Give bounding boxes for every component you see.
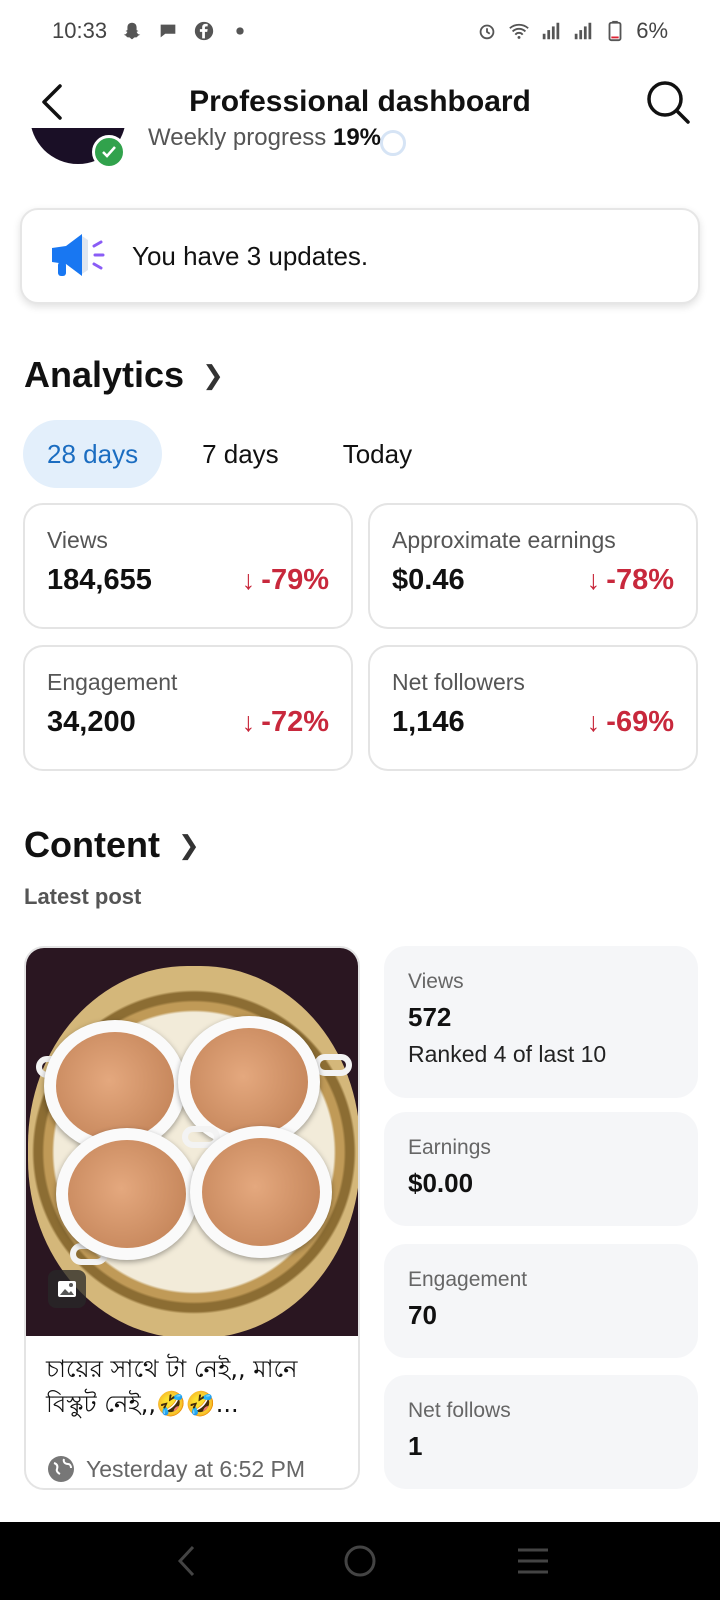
stat-label: Views xyxy=(408,970,464,993)
tab-28-days[interactable]: 28 days xyxy=(23,420,163,488)
metric-value: 1,146 xyxy=(392,706,465,738)
dot-icon xyxy=(236,27,244,35)
updates-card[interactable]: You have 3 updates. xyxy=(20,208,700,304)
chevron-right-icon: ❯ xyxy=(177,829,200,860)
photo-icon xyxy=(48,1270,86,1308)
stat-value: 70 xyxy=(408,1300,437,1330)
arrow-down-icon: ↓ xyxy=(586,565,601,595)
arrow-down-icon: ↓ xyxy=(586,707,601,737)
stat-value: $0.00 xyxy=(408,1168,474,1198)
status-time: 10:33 xyxy=(52,18,108,43)
megaphone-icon xyxy=(52,234,105,276)
metric-label: Approximate earnings xyxy=(392,527,616,553)
alarm-icon xyxy=(479,24,495,40)
metric-card-views[interactable]: Views 184,655 ↓ -79% xyxy=(23,503,353,629)
verified-check-icon xyxy=(92,135,126,169)
arrow-down-icon: ↓ xyxy=(241,565,256,595)
nav-recents-icon xyxy=(518,1548,549,1574)
globe-icon xyxy=(48,1456,74,1482)
snapchat-icon xyxy=(123,22,141,40)
content-title: Content xyxy=(24,824,160,865)
battery-level: 6% xyxy=(636,18,668,43)
signal-icon xyxy=(574,22,592,40)
metric-label: Net followers xyxy=(392,669,525,695)
post-thumbnail xyxy=(26,948,358,1336)
nav-home-icon xyxy=(344,1545,376,1577)
system-nav-bar xyxy=(0,1522,720,1600)
back-button[interactable] xyxy=(30,80,74,124)
metric-value: 184,655 xyxy=(47,564,152,596)
latest-post-label: Latest post xyxy=(24,884,142,909)
post-stat-views[interactable]: Views 572 Ranked 4 of last 10 xyxy=(384,946,698,1098)
status-bar: 10:33 6% xyxy=(0,0,720,62)
stat-value: 1 xyxy=(408,1431,423,1461)
content-heading[interactable]: Content ❯ xyxy=(24,824,200,866)
stat-label: Net follows xyxy=(408,1399,511,1422)
nav-back-icon xyxy=(177,1545,194,1577)
nav-recents-button[interactable] xyxy=(503,1531,563,1591)
post-stat-earnings[interactable]: Earnings $0.00 xyxy=(384,1112,698,1226)
tab-today[interactable]: Today xyxy=(319,420,436,488)
analytics-title: Analytics xyxy=(24,354,185,395)
page-title: Professional dashboard xyxy=(189,85,531,118)
weekly-progress-label: Weekly progress xyxy=(148,128,327,151)
tab-7-days[interactable]: 7 days xyxy=(178,420,303,488)
metric-value: $0.46 xyxy=(392,564,465,596)
search-button[interactable] xyxy=(644,78,692,126)
stat-label: Engagement xyxy=(408,1268,528,1291)
weekly-progress[interactable]: Weekly progress 19% xyxy=(0,128,720,176)
stat-rank: Ranked 4 of last 10 xyxy=(408,1041,607,1067)
progress-ring-icon xyxy=(380,130,406,156)
analytics-heading[interactable]: Analytics ❯ xyxy=(24,354,224,396)
metric-card-net-followers[interactable]: Net followers 1,146 ↓ -69% xyxy=(368,645,698,771)
search-icon xyxy=(647,81,690,124)
facebook-icon xyxy=(194,21,214,41)
metric-change: -72% xyxy=(261,706,329,738)
stat-label: Earnings xyxy=(408,1136,491,1159)
post-stat-engagement[interactable]: Engagement 70 xyxy=(384,1244,698,1358)
updates-text: You have 3 updates. xyxy=(132,240,369,271)
post-caption: চায়ের সাথে টা নেই,, মানে বিস্কুট নেই,,🤣… xyxy=(46,1355,298,1418)
metric-change: -78% xyxy=(606,564,674,596)
chat-icon xyxy=(160,24,176,38)
post-stat-net-follows[interactable]: Net follows 1 xyxy=(384,1375,698,1489)
weekly-progress-text: Weekly progress 19% xyxy=(148,128,381,152)
metric-card-engagement[interactable]: Engagement 34,200 ↓ -72% xyxy=(23,645,353,771)
analytics-range-tabs: 28 days 7 days Today xyxy=(23,420,436,488)
post-timestamp: Yesterday at 6:52 PM xyxy=(86,1455,306,1482)
nav-back-button[interactable] xyxy=(157,1531,217,1591)
chevron-right-icon: ❯ xyxy=(202,359,224,390)
metric-value: 34,200 xyxy=(47,706,136,738)
weekly-progress-value: 19% xyxy=(332,128,382,151)
latest-post-card[interactable]: চায়ের সাথে টা নেই,, মানে বিস্কুট নেই,,🤣… xyxy=(24,946,360,1490)
metric-change: -79% xyxy=(261,564,329,596)
metric-change: -69% xyxy=(606,706,674,738)
back-arrow-icon xyxy=(42,84,62,120)
metric-label: Views xyxy=(47,527,108,553)
nav-home-button[interactable] xyxy=(330,1531,390,1591)
metric-label: Engagement xyxy=(47,669,178,695)
metric-card-earnings[interactable]: Approximate earnings $0.46 ↓ -78% xyxy=(368,503,698,629)
stat-value: 572 xyxy=(408,1002,452,1032)
arrow-down-icon: ↓ xyxy=(241,707,256,737)
signal-icon xyxy=(542,22,560,40)
wifi-icon xyxy=(509,23,529,39)
battery-icon xyxy=(608,20,622,42)
